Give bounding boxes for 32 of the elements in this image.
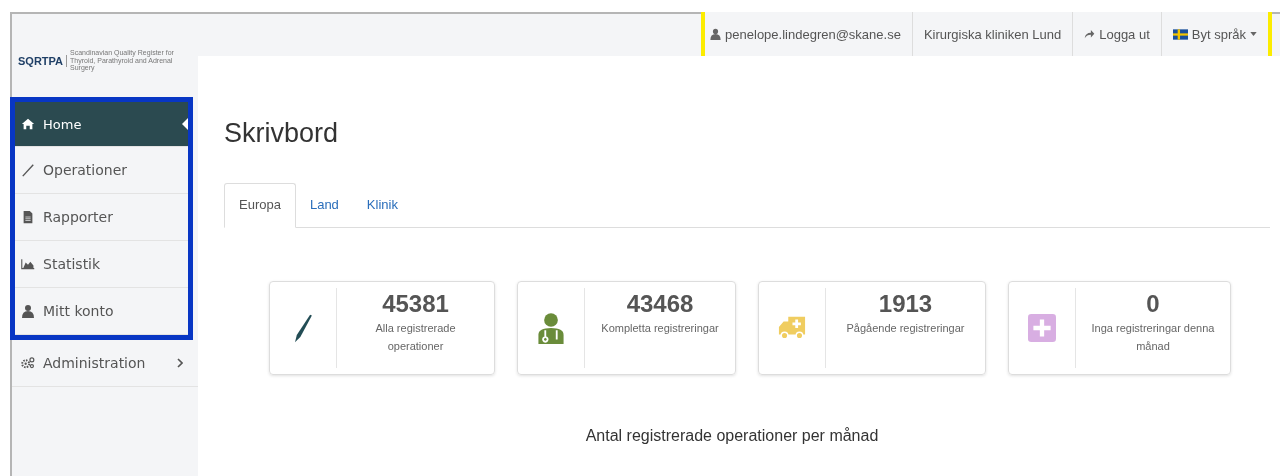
user-icon [21, 304, 35, 318]
chart-title: Antal registrerade operationer per månad [584, 427, 880, 445]
stat-label: Inga registreringar denna månad [1090, 321, 1216, 354]
chevron-right-icon [177, 358, 184, 368]
page-title: Skrivbord [224, 118, 340, 149]
sidebar-item[interactable]: Statistik [15, 241, 188, 288]
sidebar-item[interactable]: Rapporter [15, 194, 188, 241]
share-arrow-icon [1084, 28, 1096, 40]
document-icon [21, 210, 35, 224]
home-icon [21, 117, 35, 131]
stat-value: 45381 [381, 290, 450, 318]
sidebar-item[interactable]: Mitt konto [15, 288, 188, 335]
pen-icon [21, 163, 35, 177]
logo-text: SQRTPA [18, 54, 68, 67]
stat-label: Kompletta registreringar [600, 321, 720, 336]
caret-down-icon [1250, 32, 1257, 36]
stat-value: 0 [1145, 290, 1161, 318]
sidebar-item[interactable]: Home [15, 102, 188, 147]
area-chart-icon [21, 257, 35, 271]
top-nav-link[interactable]: penelope.lindegren@skane.se [705, 12, 912, 56]
gears-icon [21, 356, 35, 370]
flag-icon [1172, 28, 1188, 40]
tab[interactable]: Land [295, 183, 353, 227]
stat-value: 1913 [877, 290, 934, 318]
stat-label: Pågående registreringar [845, 321, 966, 336]
caret-icon [182, 118, 188, 130]
stat-value: 43468 [625, 290, 695, 318]
tab[interactable]: Klinik [352, 183, 412, 227]
sidebar-item[interactable]: Operationer [15, 147, 188, 194]
tab[interactable]: Europa [224, 183, 296, 228]
stat-label: Alla registrerade operationer [374, 321, 457, 354]
user-icon [710, 28, 722, 40]
